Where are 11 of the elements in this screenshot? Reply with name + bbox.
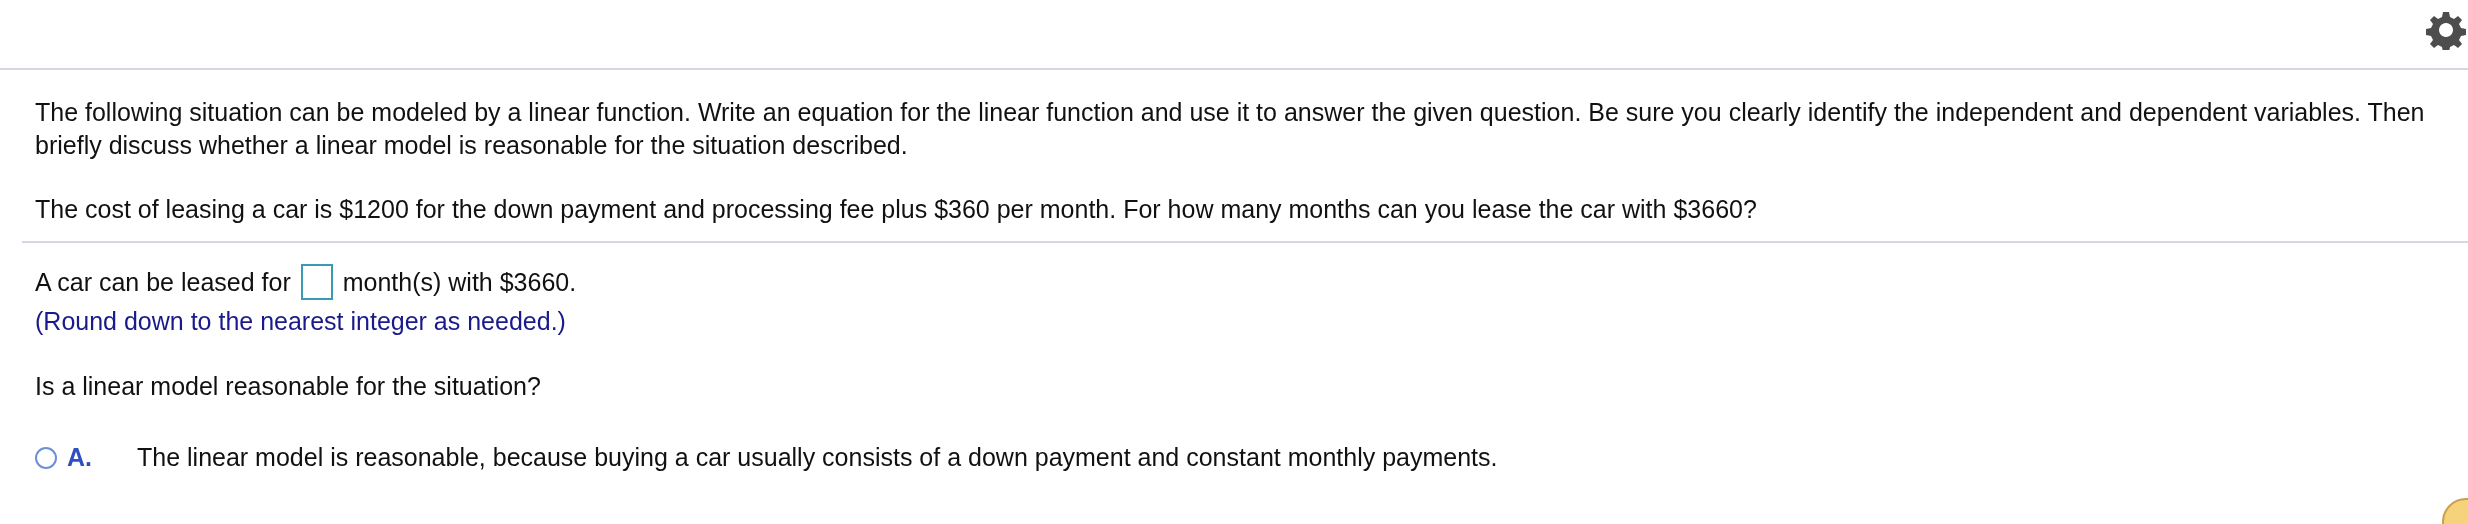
option-text: The linear model is reasonable, because buying a car usually consists of a down payment and constant monthly payments. [137, 443, 1498, 472]
question-text: Is a linear model reasonable for the situation? [35, 371, 542, 402]
settings-icon[interactable] [2426, 10, 2466, 50]
problem-text: The cost of leasing a car is $1200 for the down payment and processing fee plus $360 per month. For how many months can you lease the car with $3660? [35, 194, 1758, 225]
instructions-text: The following situation can be modeled by a linear function. Write an equation for the linear function and use it to answer the given question. Be sure you clearly identify the independent and dependent variables. Then briefly discuss whether a linear model is reasonable for the situation described. [35, 97, 2426, 161]
radio-button[interactable] [35, 446, 57, 469]
answer-field[interactable] [300, 264, 333, 300]
option-letter: A. [67, 443, 93, 472]
hint-text: (Round down to the nearest integer as needed.) [35, 306, 567, 337]
answer-text: A car can be leased for [35, 267, 291, 297]
answer-text: month(s) with $3660. [342, 267, 577, 297]
